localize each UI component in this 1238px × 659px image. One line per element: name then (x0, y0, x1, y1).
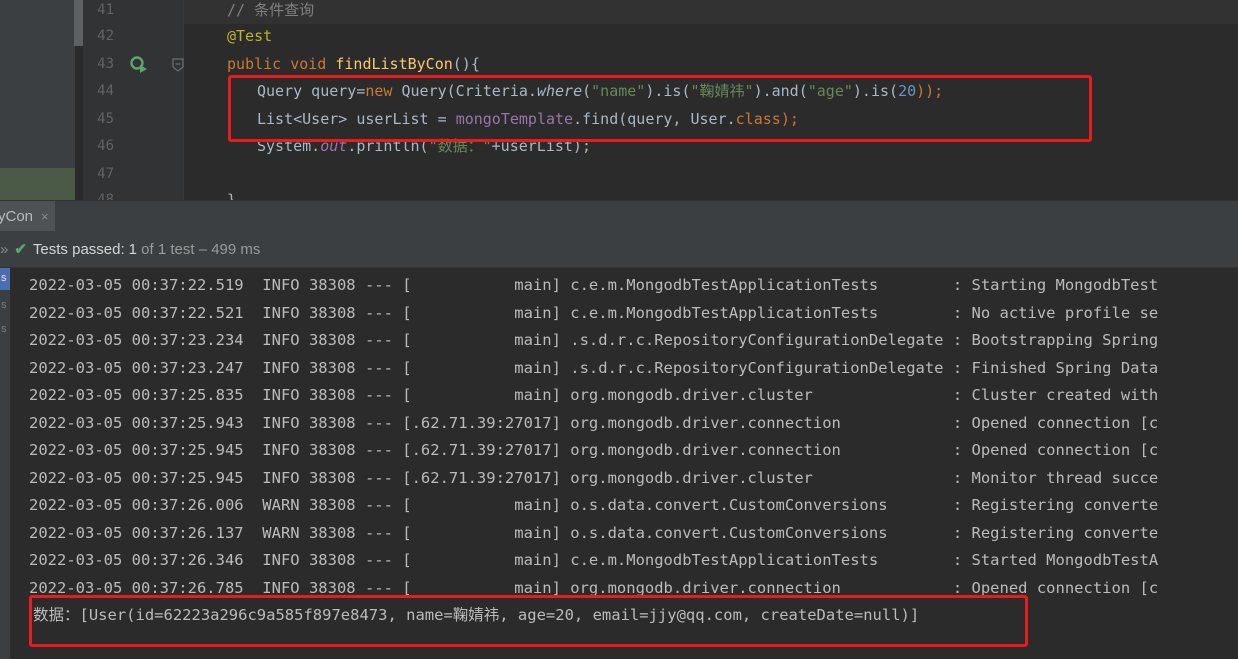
run-tab[interactable]: yCon × (0, 201, 55, 231)
log-line: 2022-03-05 00:37:25.945 INFO 38308 --- [… (29, 469, 1159, 487)
line-number: 43 (97, 56, 114, 72)
line-number: 45 (97, 111, 114, 127)
toolbar-icon[interactable]: s (1, 299, 7, 311)
line-number: 44 (97, 83, 114, 99)
log-line: 2022-03-05 00:37:23.234 INFO 38308 --- [… (29, 331, 1159, 349)
close-icon[interactable]: × (41, 209, 49, 224)
code-line-48: } (227, 191, 237, 200)
line-number: 41 (97, 2, 114, 18)
tests-count: 1 of 1 test – 499 ms (128, 240, 261, 258)
log-line: 2022-03-05 00:37:26.006 WARN 38308 --- [… (29, 496, 1159, 514)
tests-passed-label: Tests passed: (32, 240, 125, 258)
project-panel-strip (0, 0, 83, 200)
line-number: 42 (97, 28, 114, 44)
panel-scrollbar[interactable] (74, 0, 83, 46)
code-editor[interactable]: 41 42 43 44 45 46 47 48 // 条件查询 @Test pu… (0, 0, 1238, 200)
highlight-box-query-code (228, 75, 1092, 142)
console-side-toolbar: s s s (0, 268, 10, 659)
log-line: 2022-03-05 00:37:22.519 INFO 38308 --- [… (29, 276, 1159, 294)
fold-divider (183, 0, 184, 200)
log-line: 2022-03-05 00:37:26.137 WARN 38308 --- [… (29, 524, 1159, 542)
check-icon: ✔ (14, 241, 27, 258)
log-line: 2022-03-05 00:37:25.835 INFO 38308 --- [… (29, 386, 1159, 404)
selected-tree-row (0, 168, 75, 200)
run-tab-label: yCon (0, 207, 34, 225)
toolbar-icon[interactable]: s (1, 272, 7, 284)
run-test-gutter-icon[interactable] (130, 56, 148, 74)
code-line-method-signature: public void findListByCon(){ (227, 55, 480, 73)
log-line: 2022-03-05 00:37:26.346 INFO 38308 --- [… (29, 551, 1159, 569)
expand-chevron-icon[interactable]: » (0, 241, 8, 258)
log-line: 2022-03-05 00:37:25.943 INFO 38308 --- [… (29, 414, 1159, 432)
log-line: 2022-03-05 00:37:22.521 INFO 38308 --- [… (29, 304, 1159, 322)
run-tab-bar: yCon × (0, 200, 1238, 231)
code-line-annotation: @Test (227, 27, 273, 45)
line-number: 48 (97, 192, 114, 200)
code-line-comment: // 条件查询 (227, 1, 315, 19)
fold-icon[interactable] (172, 58, 184, 72)
toolbar-icon[interactable]: s (1, 323, 7, 335)
line-number: 46 (97, 138, 114, 154)
highlight-box-result (29, 595, 1028, 647)
test-status-bar: » ✔ Tests passed: 1 of 1 test – 499 ms (0, 231, 1238, 268)
log-line: 2022-03-05 00:37:23.247 INFO 38308 --- [… (29, 359, 1159, 377)
log-line: 2022-03-05 00:37:25.945 INFO 38308 --- [… (29, 441, 1159, 459)
line-number: 47 (97, 166, 114, 182)
current-line-highlight (184, 0, 1238, 24)
